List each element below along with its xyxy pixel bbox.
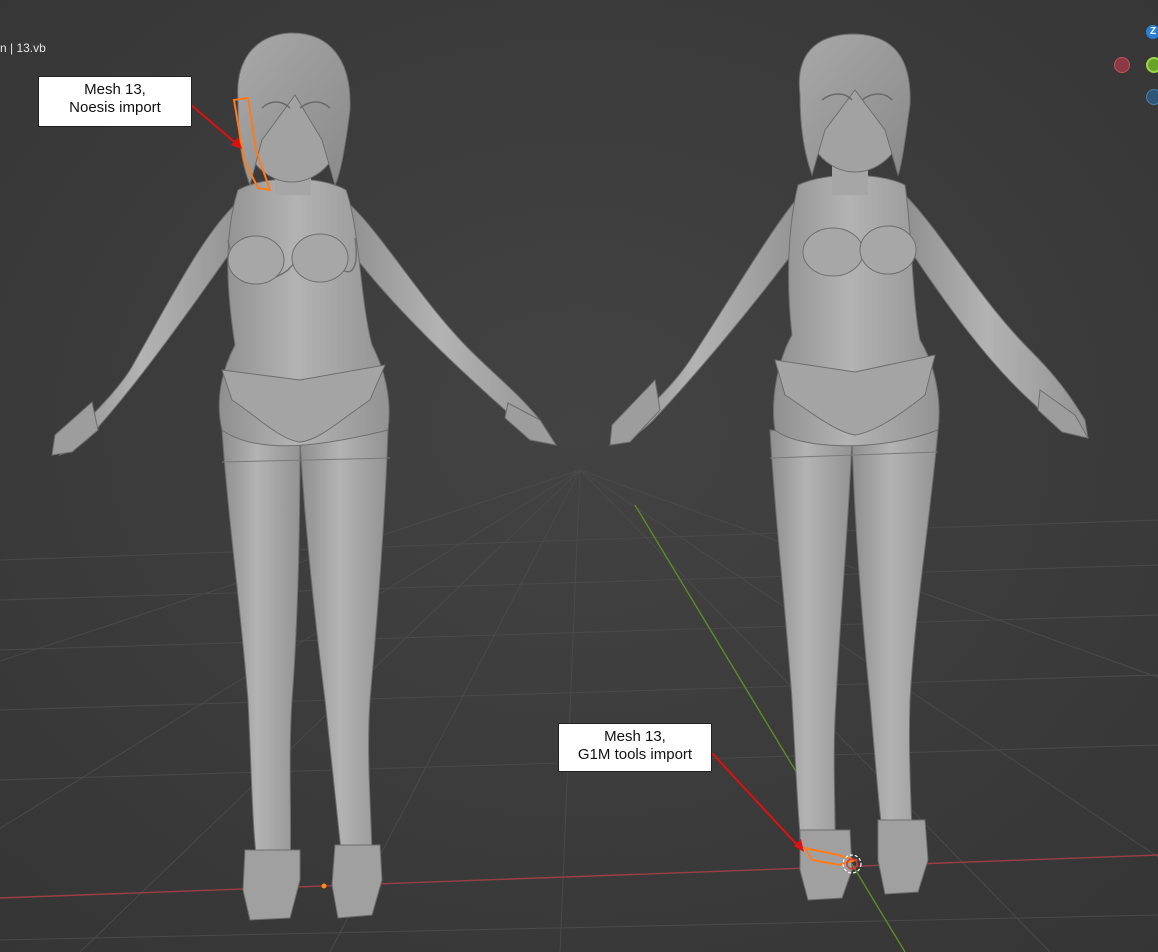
gizmo-negative-y-axis[interactable] (1146, 89, 1158, 105)
gizmo-z-axis[interactable]: Z (1146, 25, 1158, 39)
callout-g1m-line2: G1M tools import (577, 746, 693, 763)
callout-noesis-line1: Mesh 13, (84, 81, 146, 98)
callout-noesis-line2: Noesis import (69, 99, 161, 116)
callout-g1m-line1: Mesh 13, (604, 728, 666, 745)
gizmo-y-axis[interactable] (1146, 57, 1158, 73)
viewport-background (0, 0, 1158, 952)
callout-noesis-import: Mesh 13, Noesis import (38, 76, 192, 127)
callout-g1m-import: Mesh 13, G1M tools import (558, 723, 712, 772)
3d-viewport[interactable]: n | 13.vb Mesh 13, Noesis import Mesh 13… (0, 0, 1158, 952)
gizmo-negative-x-axis[interactable] (1114, 57, 1130, 73)
viewport-scene (0, 0, 1158, 952)
origin-point (321, 883, 327, 889)
object-info-label: n | 13.vb (0, 41, 46, 55)
